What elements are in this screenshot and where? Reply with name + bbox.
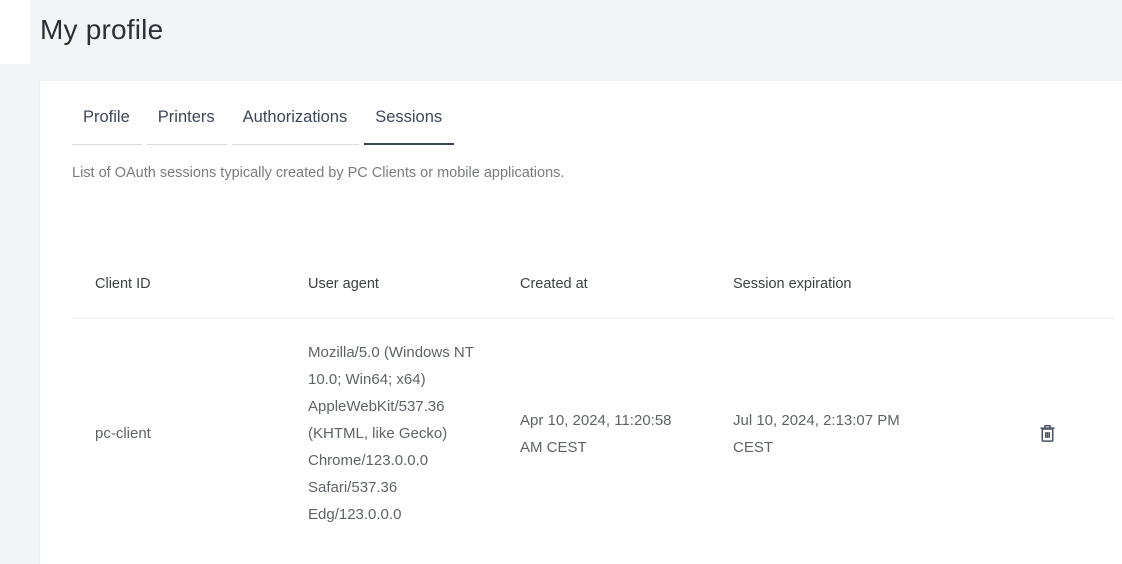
page-corner [0, 0, 30, 64]
created-at-value: Apr 10, 2024, 11:20:58 AM CEST [520, 407, 692, 461]
sessions-table: Client ID User agent Created at Session … [72, 276, 1115, 548]
profile-card: Profile Printers Authorizations Sessions… [40, 81, 1122, 564]
cell-user-agent: Mozilla/5.0 (Windows NT 10.0; Win64; x64… [285, 319, 497, 548]
cell-actions [980, 319, 1115, 548]
column-header-client-id: Client ID [72, 276, 285, 319]
column-header-session-expiration: Session expiration [710, 276, 980, 319]
tab-sessions[interactable]: Sessions [364, 108, 454, 145]
session-expiration-value: Jul 10, 2024, 2:13:07 PM CEST [733, 407, 919, 461]
client-id-value: pc-client [95, 420, 151, 447]
sessions-description: List of OAuth sessions typically created… [72, 165, 1122, 181]
column-header-created-at: Created at [497, 276, 710, 319]
user-agent-value: Mozilla/5.0 (Windows NT 10.0; Win64; x64… [308, 339, 476, 528]
delete-session-button[interactable] [1031, 417, 1065, 451]
cell-client-id: pc-client [72, 319, 285, 548]
column-header-actions [980, 276, 1115, 319]
tab-bar: Profile Printers Authorizations Sessions [72, 108, 1122, 145]
page-title: My profile [30, 0, 1122, 46]
tab-printers[interactable]: Printers [147, 108, 227, 145]
page-header: My profile [30, 0, 1122, 81]
page: { "page": { "title": "My profile" }, "ta… [0, 0, 1122, 554]
trash-icon [1038, 423, 1057, 444]
cell-created-at: Apr 10, 2024, 11:20:58 AM CEST [497, 319, 710, 548]
tab-authorizations[interactable]: Authorizations [232, 108, 360, 145]
cell-session-expiration: Jul 10, 2024, 2:13:07 PM CEST [710, 319, 980, 548]
tab-profile[interactable]: Profile [72, 108, 142, 145]
column-header-user-agent: User agent [285, 276, 497, 319]
